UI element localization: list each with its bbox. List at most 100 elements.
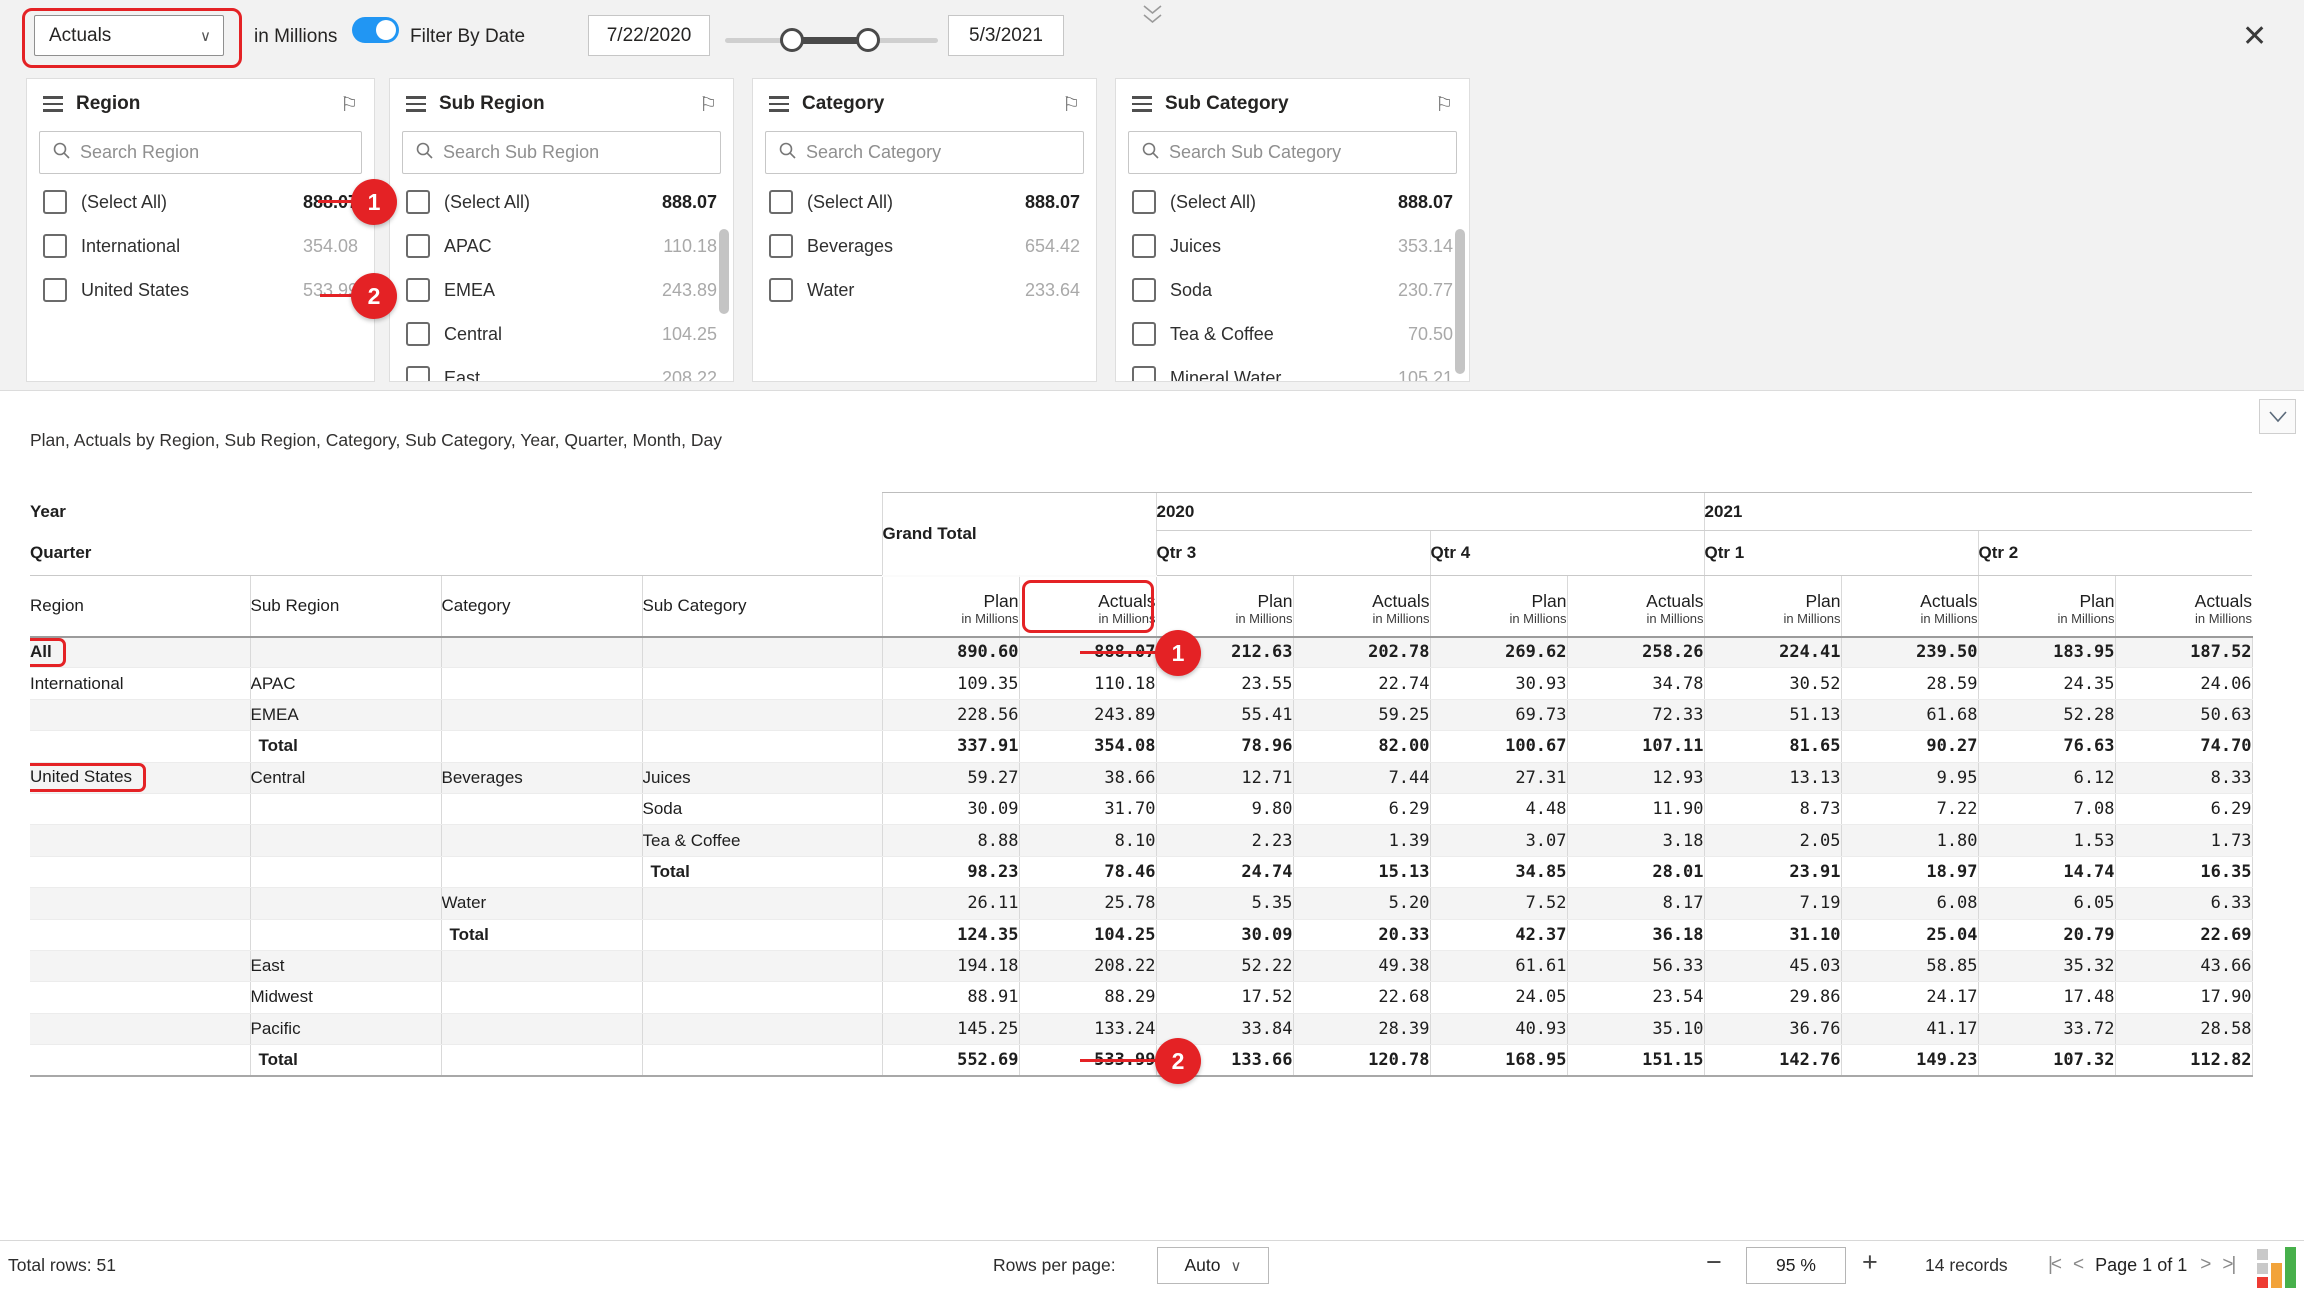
drag-handle-icon[interactable] — [406, 96, 426, 112]
filter-item[interactable]: Central104.25 — [390, 312, 733, 356]
checkbox[interactable] — [43, 234, 67, 258]
drag-handle-icon[interactable] — [43, 96, 63, 112]
scrollbar-thumb[interactable] — [1455, 229, 1465, 374]
measure-column-header[interactable]: Planin Millions — [1978, 576, 2115, 637]
value-cell: 8.88 — [882, 825, 1019, 856]
quarter-header[interactable]: Qtr 3 — [1156, 531, 1430, 576]
checkbox[interactable] — [406, 190, 430, 214]
filter-item[interactable]: Tea & Coffee70.50 — [1116, 312, 1469, 356]
measure-column-header[interactable]: Actualsin Millions — [1841, 576, 1978, 637]
checkbox[interactable] — [1132, 234, 1156, 258]
filter-item[interactable]: (Select All)888.07 — [390, 180, 733, 224]
search-input[interactable]: Search Sub Region — [402, 131, 721, 174]
checkbox[interactable] — [1132, 366, 1156, 382]
collapse-toolbar-icon[interactable] — [1140, 4, 1165, 31]
drag-handle-icon[interactable] — [769, 96, 789, 112]
last-page-icon[interactable]: >| — [2222, 1254, 2234, 1276]
flag-icon[interactable]: ⚐ — [340, 92, 358, 117]
checkbox[interactable] — [1132, 322, 1156, 346]
checkbox[interactable] — [1132, 190, 1156, 214]
rows-per-page-dropdown[interactable]: Auto ∨ — [1157, 1247, 1269, 1284]
checkbox[interactable] — [769, 190, 793, 214]
measure-column-header[interactable]: Actualsin Millions — [1567, 576, 1704, 637]
measure-column-header[interactable]: Actualsin Millions — [1293, 576, 1430, 637]
filter-item[interactable]: (Select All)888.07 — [753, 180, 1096, 224]
search-placeholder: Search Region — [80, 142, 199, 163]
prev-page-icon[interactable]: < — [2073, 1254, 2082, 1276]
dim-cell: Juices — [642, 762, 882, 793]
checkbox[interactable] — [43, 278, 67, 302]
checkbox[interactable] — [406, 278, 430, 302]
drag-handle-icon[interactable] — [1132, 96, 1152, 112]
search-input[interactable]: Search Category — [765, 131, 1084, 174]
dim-cell — [642, 919, 882, 950]
dim-column-header[interactable]: Sub Region — [250, 576, 441, 637]
annotation-circle-3: 1 — [1155, 630, 1201, 676]
checkbox[interactable] — [769, 234, 793, 258]
dim-column-header[interactable]: Region — [30, 576, 250, 637]
collapse-pane-button[interactable] — [2259, 399, 2296, 434]
filter-item[interactable]: Juices353.14 — [1116, 224, 1469, 268]
zoom-level-input[interactable]: 95 % — [1746, 1247, 1846, 1284]
flag-icon[interactable]: ⚐ — [1435, 92, 1453, 117]
dim-cell — [642, 637, 882, 668]
checkbox[interactable] — [406, 322, 430, 346]
quarter-header[interactable]: Qtr 1 — [1704, 531, 1978, 576]
next-page-icon[interactable]: > — [2200, 1254, 2209, 1276]
filter-item[interactable]: EMEA243.89 — [390, 268, 733, 312]
value-cell: 5.20 — [1293, 888, 1430, 919]
checkbox[interactable] — [406, 366, 430, 382]
value-cell: 35.10 — [1567, 1013, 1704, 1044]
measure-unit: in Millions — [883, 611, 1019, 627]
filter-item[interactable]: (Select All)888.07 — [1116, 180, 1469, 224]
filter-by-date-toggle[interactable] — [352, 17, 399, 43]
measure-column-header[interactable]: Actualsin Millions — [1019, 576, 1156, 637]
measure-unit: in Millions — [1842, 611, 1978, 627]
filter-item-label: Juices — [1170, 236, 1384, 257]
filter-item[interactable]: East208.22 — [390, 356, 733, 382]
filter-item-label: Tea & Coffee — [1170, 324, 1394, 345]
filter-item[interactable]: Water233.64 — [753, 268, 1096, 312]
checkbox[interactable] — [43, 190, 67, 214]
scrollbar-thumb[interactable] — [719, 229, 729, 314]
date-slider-handle-start[interactable] — [780, 28, 804, 52]
flag-icon[interactable]: ⚐ — [1062, 92, 1080, 117]
start-date-input[interactable]: 7/22/2020 — [588, 15, 710, 56]
search-input[interactable]: Search Sub Category — [1128, 131, 1457, 174]
measure-column-header[interactable]: Planin Millions — [1704, 576, 1841, 637]
filter-item-label: Mineral Water — [1170, 368, 1384, 383]
measure-column-header[interactable]: Planin Millions — [1156, 576, 1293, 637]
first-page-icon[interactable]: |< — [2048, 1254, 2060, 1276]
callout-line-4 — [1080, 1059, 1156, 1062]
checkbox[interactable] — [1132, 278, 1156, 302]
date-slider-handle-end[interactable] — [856, 28, 880, 52]
close-icon[interactable]: ✕ — [2242, 22, 2267, 52]
filter-item[interactable]: Soda230.77 — [1116, 268, 1469, 312]
quarter-header[interactable]: Qtr 2 — [1978, 531, 2252, 576]
zoom-out-button[interactable]: − — [1706, 1249, 1722, 1276]
zoom-in-button[interactable]: + — [1862, 1249, 1878, 1276]
filter-item[interactable]: Mineral Water 105.21 — [1116, 356, 1469, 382]
dim-column-header[interactable]: Sub Category — [642, 576, 882, 637]
quarter-header[interactable]: Qtr 4 — [1430, 531, 1704, 576]
filter-item[interactable]: International354.08 — [27, 224, 374, 268]
measure-column-header[interactable]: Planin Millions — [882, 576, 1019, 637]
measure-column-header[interactable]: Planin Millions — [1430, 576, 1567, 637]
filter-item[interactable]: APAC110.18 — [390, 224, 733, 268]
year-header[interactable]: 2020 — [1156, 493, 1704, 531]
year-header[interactable]: 2021 — [1704, 493, 2252, 531]
value-cell: 36.76 — [1704, 1013, 1841, 1044]
dim-column-header[interactable]: Category — [441, 576, 642, 637]
end-date-input[interactable]: 5/3/2021 — [948, 15, 1064, 56]
search-input[interactable]: Search Region — [39, 131, 362, 174]
checkbox[interactable] — [769, 278, 793, 302]
measure-selector-value: Actuals — [49, 25, 111, 47]
measure-column-header[interactable]: Actualsin Millions — [2115, 576, 2252, 637]
filter-item[interactable]: United States533.99 — [27, 268, 374, 312]
measure-selector-dropdown[interactable]: Actuals ∨ — [34, 15, 224, 56]
value-cell: 9.95 — [1841, 762, 1978, 793]
filter-item[interactable]: Beverages654.42 — [753, 224, 1096, 268]
flag-icon[interactable]: ⚐ — [699, 92, 717, 117]
filter-item-value: 105.21 — [1398, 368, 1453, 383]
checkbox[interactable] — [406, 234, 430, 258]
